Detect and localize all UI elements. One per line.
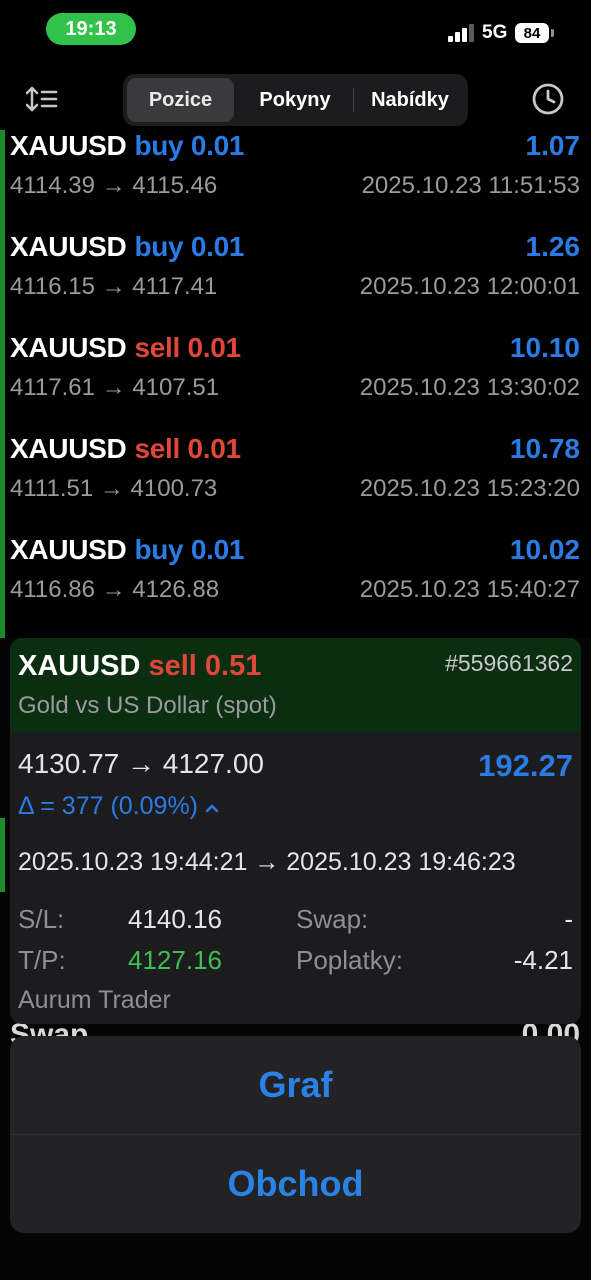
status-bar: 19:13 5G 84 bbox=[0, 0, 591, 60]
position-profit: 10.02 bbox=[509, 534, 580, 565]
position-volume: 0.01 bbox=[187, 332, 241, 363]
position-time: 2025.10.23 12:00:01 bbox=[359, 273, 580, 300]
position-symbol-line: XAUUSD buy 0.01 bbox=[10, 130, 244, 162]
tab-orders[interactable]: Pokyny bbox=[239, 78, 351, 122]
detail-delta[interactable]: Δ = 377 (0.09%) bbox=[18, 792, 220, 821]
position-profit: 10.78 bbox=[509, 433, 580, 464]
battery-tip bbox=[551, 29, 554, 37]
position-prices: 4111.51 → 4100.73 bbox=[10, 475, 218, 502]
detail-delta-text: Δ = 377 (0.09%) bbox=[18, 792, 199, 820]
chart-button[interactable]: Graf bbox=[10, 1036, 581, 1134]
sl-label: S/L: bbox=[18, 904, 65, 934]
chevron-up-icon bbox=[204, 792, 220, 821]
position-row[interactable]: XAUUSD buy 0.01 1.26 4116.15 → 4117.41 20… bbox=[0, 231, 591, 332]
detail-symbol: XAUUSD bbox=[18, 650, 141, 682]
position-time: 2025.10.23 13:30:02 bbox=[359, 374, 580, 401]
position-time: 2025.10.23 15:40:27 bbox=[359, 576, 580, 603]
detail-symbol-line: XAUUSD sell 0.51 bbox=[18, 650, 261, 683]
position-symbol: XAUUSD bbox=[10, 130, 127, 161]
detail-description: Gold vs US Dollar (spot) bbox=[18, 692, 277, 719]
position-symbol: XAUUSD bbox=[10, 534, 127, 565]
sort-icon[interactable] bbox=[25, 84, 60, 114]
position-row[interactable]: XAUUSD buy 0.01 10.02 4116.86 → 4126.88 2… bbox=[0, 534, 591, 635]
position-side: buy bbox=[134, 534, 184, 565]
positions-list[interactable]: XAUUSD buy 0.01 1.07 4114.39 → 4115.46 20… bbox=[0, 130, 591, 638]
tp-label: T/P: bbox=[18, 945, 66, 975]
status-time: 19:13 bbox=[46, 13, 136, 45]
detail-profit: 192.27 bbox=[478, 748, 573, 783]
detail-ticket: #559661362 bbox=[445, 650, 573, 676]
tab-quotes[interactable]: Nabídky bbox=[355, 78, 465, 122]
battery-icon: 84 bbox=[515, 23, 549, 43]
position-row[interactable]: XAUUSD sell 0.01 10.78 4111.51 → 4100.73 … bbox=[0, 433, 591, 534]
detail-times: 2025.10.23 19:44:21 → 2025.10.23 19:46:2… bbox=[18, 848, 516, 876]
detail-volume: 0.51 bbox=[204, 650, 262, 682]
network-type: 5G bbox=[482, 22, 508, 43]
position-profit: 1.07 bbox=[525, 130, 581, 161]
position-prices: 4117.61 → 4107.51 bbox=[10, 374, 220, 401]
position-symbol: XAUUSD bbox=[10, 332, 127, 363]
position-side: sell bbox=[134, 433, 180, 464]
position-row[interactable]: XAUUSD sell 0.01 10.10 4117.61 → 4107.51 … bbox=[0, 332, 591, 433]
tab-positions[interactable]: Pozice bbox=[127, 78, 234, 122]
position-prices: 4114.39 → 4115.46 bbox=[10, 172, 218, 199]
position-volume: 0.01 bbox=[190, 130, 245, 161]
sl-value: 4140.16 bbox=[128, 904, 222, 934]
detail-comment: Aurum Trader bbox=[18, 986, 171, 1014]
clock-icon[interactable] bbox=[531, 82, 565, 116]
position-side: buy bbox=[134, 130, 184, 161]
position-prices: 4116.86 → 4126.88 bbox=[10, 576, 220, 603]
detail-side: sell bbox=[148, 650, 197, 682]
tab-divider bbox=[353, 88, 354, 112]
detail-header: XAUUSD sell 0.51 #559661362 Gold vs US Do… bbox=[10, 638, 581, 732]
position-detail-card: XAUUSD sell 0.51 #559661362 Gold vs US Do… bbox=[10, 638, 581, 1024]
profit-indicator-bar bbox=[0, 818, 5, 892]
trade-button[interactable]: Obchod bbox=[10, 1135, 581, 1233]
position-prices: 4116.15 → 4117.41 bbox=[10, 273, 218, 300]
position-symbol-line: XAUUSD buy 0.01 bbox=[10, 231, 244, 263]
position-time: 2025.10.23 11:51:53 bbox=[361, 172, 580, 199]
position-symbol-line: XAUUSD sell 0.01 bbox=[10, 332, 241, 364]
detail-prices: 4130.77 → 4127.00 bbox=[18, 748, 264, 779]
position-volume: 0.01 bbox=[187, 433, 241, 464]
position-side: sell bbox=[134, 332, 180, 363]
position-profit: 1.26 bbox=[525, 231, 581, 262]
cellular-signal-icon bbox=[448, 24, 476, 42]
position-volume: 0.01 bbox=[190, 231, 245, 262]
toolbar: Pozice Pokyny Nabídky bbox=[0, 70, 591, 130]
tab-switcher: Pozice Pokyny Nabídky bbox=[123, 74, 468, 126]
position-row[interactable]: XAUUSD buy 0.01 1.07 4114.39 → 4115.46 20… bbox=[0, 130, 591, 231]
action-sheet: Graf Obchod bbox=[10, 1036, 581, 1233]
fees-label: Poplatky: bbox=[296, 945, 403, 975]
position-side: buy bbox=[134, 231, 184, 262]
position-symbol: XAUUSD bbox=[10, 231, 127, 262]
swap-label: Swap: bbox=[296, 904, 369, 934]
position-volume: 0.01 bbox=[190, 534, 245, 565]
position-symbol-line: XAUUSD buy 0.01 bbox=[10, 534, 244, 566]
position-profit: 10.10 bbox=[509, 332, 580, 363]
swap-value: - bbox=[564, 904, 573, 934]
fees-value: -4.21 bbox=[513, 945, 573, 975]
position-symbol: XAUUSD bbox=[10, 433, 127, 464]
position-time: 2025.10.23 15:23:20 bbox=[359, 475, 580, 502]
tp-value: 4127.16 bbox=[128, 945, 222, 975]
position-symbol-line: XAUUSD sell 0.01 bbox=[10, 433, 241, 465]
